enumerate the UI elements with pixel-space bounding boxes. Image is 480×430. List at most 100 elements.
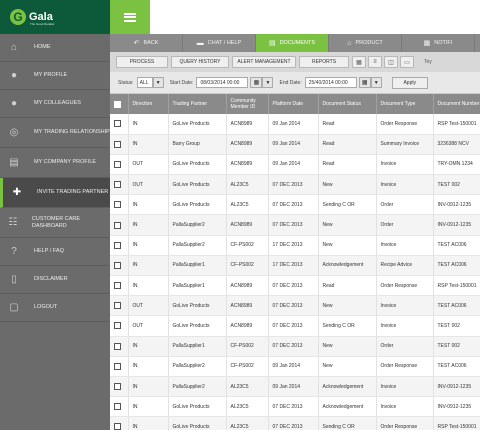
row-select-cell[interactable] [110,376,129,398]
row-select-cell[interactable] [110,336,129,357]
row-checkbox[interactable] [114,241,121,249]
table-row[interactable]: IN PallaSupplier1 CF-PS002 07 DEC 2013 New Or… [110,336,480,357]
row-select-cell[interactable] [110,315,129,337]
select-all-checkbox[interactable] [114,100,121,108]
row-checkbox[interactable] [114,261,121,269]
table-row[interactable]: IN Barry Group ACN8989 09 Jan 2014 Read Summa… [110,134,480,155]
tab-chat-help[interactable]: ▬ Chat / Help [183,34,256,52]
table-row[interactable]: IN PallaSupplier1 CF-PS002 17 DEC 2013 Ackno… [110,255,480,277]
table-cell: OUT [128,174,169,196]
alert-management-button[interactable]: Alert Management [232,56,296,68]
sidebar-item-my-profile[interactable]: ● My Profile [0,62,110,90]
table-row[interactable]: IN PallaSupplier1 ACN8989 07 DEC 2013 Read Or… [110,275,480,297]
row-select-cell[interactable] [110,214,129,236]
row-checkbox[interactable] [114,201,121,209]
row-select-cell[interactable] [110,154,129,176]
expand-view-icon[interactable]: ▭ [400,56,414,68]
sidebar-item-logout[interactable]: ▢ Logout [0,294,110,322]
row-select-cell[interactable] [110,396,129,418]
tab-product[interactable]: ⌂ Product [329,34,402,52]
column-header[interactable]: Direction [128,94,169,114]
table-cell: CF-PS002 [226,255,269,277]
row-checkbox[interactable] [114,342,121,350]
row-checkbox[interactable] [114,302,121,310]
list-view-icon[interactable]: ≡ [368,56,382,68]
row-checkbox[interactable] [114,362,121,370]
row-checkbox[interactable] [114,221,121,229]
documents-table-container[interactable]: Direction Trading Partner Community Member… [110,94,480,430]
row-checkbox[interactable] [114,403,121,411]
column-header[interactable]: Platform Date [268,94,319,114]
brand-logo[interactable]: G Gala The Good Retailer [0,0,110,34]
table-cell: RSP Test-150001 [433,114,480,135]
table-row[interactable]: IN PallaSupplier2 CF-PS002 17 DEC 2013 New In… [110,235,480,256]
start-date-input[interactable]: 08/03/2014 00:00 [196,77,249,88]
query-history-button[interactable]: Query History [171,56,229,68]
select-all-cell[interactable] [110,94,129,114]
table-row[interactable]: OUT GoLive Products AL23C5 07 DEC 2013 New In… [110,174,480,196]
row-select-cell[interactable] [110,114,129,135]
menu-toggle-button[interactable] [110,0,150,34]
row-select-cell[interactable] [110,174,129,196]
process-button[interactable]: Process [116,56,168,68]
sidebar-item-customer-care-dashboard[interactable]: ☷ Customer Care Dashboard [0,208,110,238]
chevron-down-icon[interactable]: ▼ [152,77,164,88]
tab-back[interactable]: ↶ Back [110,34,183,52]
table-row[interactable]: OUT GoLive Products ACN8989 07 DEC 2013 New I… [110,295,480,317]
sidebar-item-help-faq[interactable]: ? Help / FAQ [0,238,110,266]
column-header[interactable]: Document Type [376,94,434,114]
table-row[interactable]: IN GoLive Products ACN8989 09 Jan 2014 Read O… [110,114,480,135]
row-select-cell[interactable] [110,416,129,430]
sidebar-item-my-company-profile[interactable]: ▤ My Company Profile [0,148,110,178]
sidebar-item-disclaimer[interactable]: ▯ Disclaimer [0,266,110,294]
column-view-icon[interactable]: ◫ [384,56,398,68]
row-select-cell[interactable] [110,356,129,377]
table-row[interactable]: OUT GoLive Products ACN8989 09 Jan 2014 Read… [110,154,480,176]
column-header[interactable]: Document Status [318,94,377,114]
row-checkbox[interactable] [114,322,121,330]
reports-button[interactable]: Reports [299,56,349,68]
row-checkbox[interactable] [114,160,121,168]
sidebar-item-my-colleagues[interactable]: ● My Colleagues [0,90,110,118]
sidebar: ⌂ Home ● My Profile ● My Colleagues ◎ My Tradin… [0,34,110,430]
tab-notifi[interactable]: ▦ Notifi [402,34,475,52]
table-row[interactable]: IN PallaSupplier2 CF-PS002 09 Jan 2014 New Or… [110,356,480,377]
table-row[interactable]: OUT GoLive Products ACN8989 07 DEC 2013 Send… [110,315,480,337]
table-row[interactable]: IN GoLive Products AL23C5 07 DEC 2013 Acknow… [110,396,480,418]
status-select[interactable]: ALL [136,77,153,88]
globe-icon: ◎ [9,127,19,138]
column-header[interactable]: Community Member ID [226,94,269,114]
table-cell: Order [376,336,434,357]
apply-button[interactable]: Apply [391,76,428,89]
calendar-icon[interactable]: ▦ [250,77,263,88]
sidebar-item-my-trading-relationship[interactable]: ◎ My Trading Relationship [0,118,110,148]
row-select-cell[interactable] [110,275,129,297]
grid-view-icon[interactable]: ▦ [352,56,366,68]
row-checkbox[interactable] [114,423,121,430]
table-cell: Invoice [376,235,434,256]
row-checkbox[interactable] [114,181,121,189]
table-row[interactable]: IN PallaSupplier2 AL23C5 09 Jan 2014 Acknowl… [110,376,480,398]
chevron-down-icon[interactable]: ▼ [370,77,382,88]
table-row[interactable]: IN GoLive Products AL23C5 07 DEC 2013 Sendin… [110,194,480,216]
table-row[interactable]: IN PallaSupplier2 ACN8989 07 DEC 2013 New Ord… [110,214,480,236]
row-select-cell[interactable] [110,295,129,317]
table-row[interactable]: IN GoLive Products AL23C5 07 DEC 2013 Sendin… [110,416,480,430]
row-checkbox[interactable] [114,120,121,128]
sidebar-item-home[interactable]: ⌂ Home [0,34,110,62]
row-select-cell[interactable] [110,194,129,216]
row-select-cell[interactable] [110,255,129,277]
calendar-icon[interactable]: ▦ [358,77,371,88]
row-checkbox[interactable] [114,140,121,148]
sidebar-item-invite-trading-partner[interactable]: ✚ Invite Trading Partner [0,178,110,208]
chevron-down-icon[interactable]: ▼ [262,77,274,88]
column-header[interactable]: Trading Partner [168,94,227,114]
row-checkbox[interactable] [114,282,121,290]
row-select-cell[interactable] [110,134,129,155]
column-header[interactable]: Document Number [433,94,480,114]
row-select-cell[interactable] [110,235,129,256]
end-date-input[interactable]: 25/40/2014 00:00 [304,77,357,88]
cart-icon: ⌂ [347,39,352,47]
tab-documents[interactable]: ▤ Documents [256,34,329,52]
row-checkbox[interactable] [114,383,121,391]
